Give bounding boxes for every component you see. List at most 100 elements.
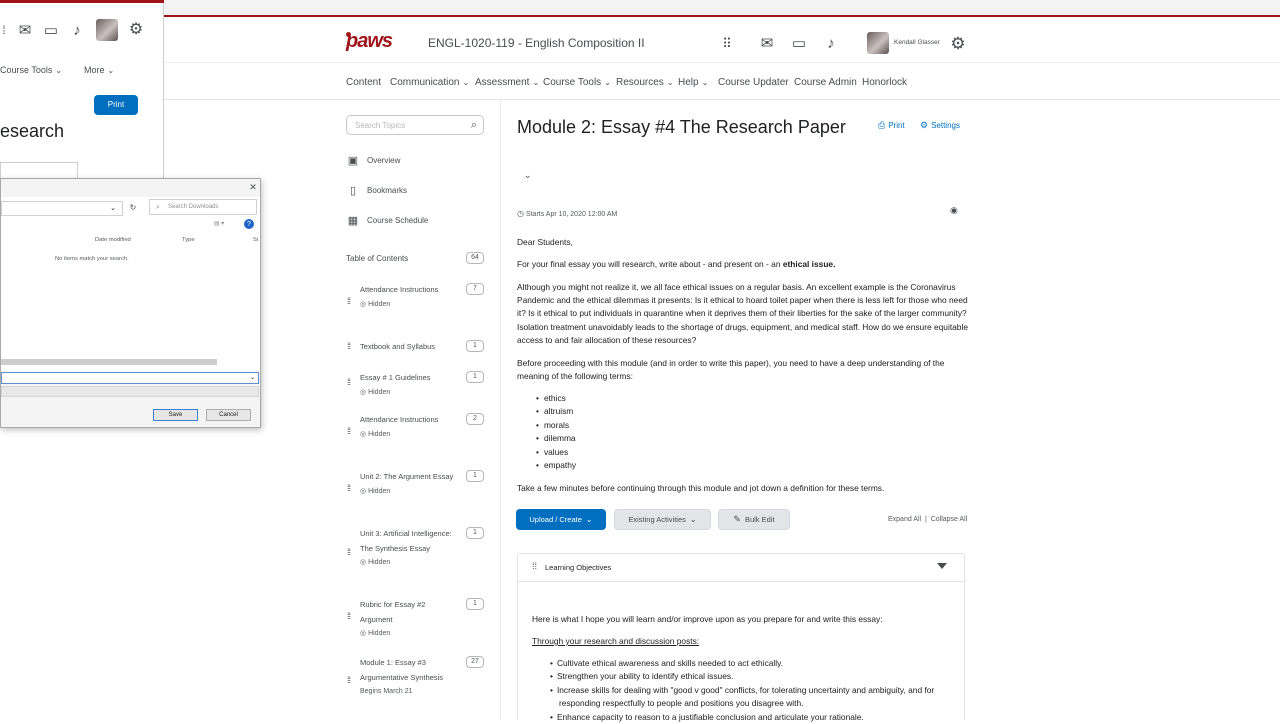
- body-paragraph: Take a few minutes before continuing thr…: [517, 483, 885, 493]
- bell-icon[interactable]: ♪: [822, 34, 840, 52]
- nav-course-tools[interactable]: Course Tools ⌄: [543, 77, 611, 88]
- intro-text: For your final essay you will research, …: [517, 259, 783, 269]
- gear-icon[interactable]: ⚙: [127, 21, 145, 39]
- nav-content[interactable]: Content: [346, 77, 381, 88]
- sidebar-item-bookmarks[interactable]: ▯ Bookmarks: [346, 184, 407, 197]
- drag-handle-icon[interactable]: ⁞⁞: [347, 296, 351, 306]
- chat-icon[interactable]: ▭: [790, 34, 808, 52]
- column-size[interactable]: Si: [253, 237, 258, 243]
- chevron-down-icon: ⌄: [532, 78, 540, 87]
- course-title[interactable]: ENGL-1020-119 - English Composition II: [428, 36, 645, 50]
- mail-icon[interactable]: ✉: [16, 22, 34, 38]
- search-topics-input[interactable]: Search Topics ⌕: [346, 115, 484, 135]
- paws-logo[interactable]: paws: [346, 30, 393, 53]
- drag-handle-icon[interactable]: ⁞⁞: [347, 377, 351, 387]
- terms-list: ethics altruism morals dilemma values em…: [536, 392, 576, 472]
- chevron-down-icon: ⌄: [462, 78, 470, 87]
- drag-handle-icon[interactable]: ⁞⁞: [347, 675, 351, 685]
- sidebar-item-overview[interactable]: ▣ Overview: [346, 154, 401, 167]
- button-label: Upload / Create: [529, 515, 582, 524]
- nav-communication[interactable]: Communication ⌄: [390, 77, 469, 88]
- expand-all-link[interactable]: Expand All: [888, 516, 921, 523]
- search-icon[interactable]: ⌕: [471, 119, 477, 132]
- drag-handle-icon[interactable]: ⁞⁞: [347, 483, 351, 493]
- presentation-icon: ▣: [347, 155, 359, 167]
- nav-honorlock[interactable]: Honorlock: [862, 77, 907, 88]
- view-options-icon[interactable]: ▤ ▾: [208, 219, 230, 229]
- save-as-type-select[interactable]: [1, 386, 259, 397]
- list-item: empathy: [536, 459, 576, 472]
- drag-handle-icon[interactable]: ⁞⁞: [347, 611, 351, 621]
- nav-assessment[interactable]: Assessment ⌄: [475, 77, 539, 88]
- help-icon[interactable]: ?: [244, 219, 254, 229]
- chevron-down-icon[interactable]: ⌄: [524, 170, 532, 181]
- cancel-button[interactable]: Cancel: [206, 409, 251, 421]
- toc-item-count: 7: [466, 283, 484, 295]
- status-text: Hidden: [368, 487, 391, 495]
- settings-label: Settings: [931, 121, 960, 130]
- toc-item[interactable]: Attendance Instructions ◎ Hidden: [360, 413, 458, 442]
- toc-item[interactable]: Unit 2: The Argument Essay ◎ Hidden: [360, 470, 458, 499]
- user-name[interactable]: Kendall Glasser: [894, 39, 940, 46]
- nav-help[interactable]: Help ⌄: [678, 77, 708, 88]
- collapse-all-link[interactable]: Collapse All: [931, 516, 968, 523]
- mail-icon[interactable]: ✉: [758, 34, 776, 52]
- toc-heading[interactable]: Table of Contents: [346, 254, 408, 263]
- sidebar-label: Course Schedule: [367, 216, 429, 225]
- apps-grid-icon[interactable]: ⠿: [718, 34, 736, 52]
- toc-item-status: ◎ Hidden: [360, 430, 391, 438]
- pencil-icon: ✎: [733, 514, 741, 524]
- chat-icon[interactable]: ▭: [42, 22, 60, 38]
- print-button[interactable]: ⎙ Print: [878, 120, 905, 131]
- bg-nav-course-tools[interactable]: Course Tools ⌄: [0, 65, 62, 75]
- file-name-field[interactable]: ⌄: [1, 372, 259, 384]
- toc-item-count: 1: [466, 371, 484, 383]
- toc-item[interactable]: Module 1: Essay #3 Argumentative Synthes…: [360, 656, 458, 700]
- nav-course-admin[interactable]: Course Admin: [794, 77, 857, 88]
- toc-item[interactable]: Rubric for Essay #2 Argument ◎ Hidden: [360, 598, 458, 642]
- bulk-edit-button[interactable]: ✎ Bulk Edit: [718, 509, 790, 530]
- learning-objectives-title[interactable]: Learning Objectives: [545, 563, 611, 572]
- toc-item[interactable]: Attendance Instructions ◎ Hidden: [360, 283, 458, 312]
- toc-item-status: ◎ Hidden: [360, 300, 391, 308]
- toc-item-status: ◎ Hidden: [360, 559, 391, 566]
- intro-paragraph: For your final essay you will research, …: [517, 258, 969, 271]
- toc-item-title: Essay # 1 Guidelines: [360, 373, 431, 382]
- path-field[interactable]: ⌄: [1, 201, 123, 216]
- search-placeholder: Search Topics: [355, 121, 406, 130]
- upload-create-button[interactable]: Upload / Create ⌄: [516, 509, 606, 530]
- downloads-search-input[interactable]: Search Downloads: [149, 199, 257, 215]
- nav-resources[interactable]: Resources ⌄: [616, 77, 674, 88]
- settings-button[interactable]: ⚙ Settings: [920, 120, 960, 131]
- toc-item[interactable]: Unit 3: Artificial Intelligence: The Syn…: [360, 527, 458, 571]
- drag-handle-icon[interactable]: ⁞⁞: [532, 561, 537, 571]
- bg-print-button[interactable]: Print: [94, 95, 138, 115]
- drag-handle-icon[interactable]: ⁞⁞: [347, 547, 351, 557]
- avatar[interactable]: [867, 32, 889, 54]
- existing-activities-button[interactable]: Existing Activities ⌄: [614, 509, 711, 530]
- toc-item[interactable]: Essay # 1 Guidelines ◎ Hidden: [360, 371, 458, 400]
- nav-label: Communication: [390, 77, 460, 88]
- bell-icon[interactable]: ♪: [68, 22, 86, 38]
- drag-handle-icon[interactable]: ⁞⁞: [347, 341, 351, 351]
- caret-down-icon[interactable]: [937, 563, 947, 569]
- save-button[interactable]: Save: [153, 409, 198, 421]
- avatar[interactable]: [96, 19, 118, 41]
- column-date-modified[interactable]: Date modified: [95, 237, 131, 243]
- refresh-icon[interactable]: ↻: [127, 201, 139, 215]
- grid-icon[interactable]: ⁞: [0, 22, 8, 38]
- toc-item[interactable]: Textbook and Syllabus: [360, 340, 458, 355]
- eye-icon[interactable]: ◉: [950, 205, 958, 216]
- toc-item-title: Attendance Instructions: [360, 415, 439, 424]
- nav-course-updater[interactable]: Course Updater: [718, 77, 789, 88]
- horizontal-scrollbar[interactable]: [1, 359, 217, 365]
- gear-icon[interactable]: ⚙: [948, 33, 968, 53]
- navbar-divider: [164, 99, 1280, 100]
- bg-nav-more[interactable]: More ⌄: [84, 65, 114, 75]
- sidebar-item-course-schedule[interactable]: ▦ Course Schedule: [346, 214, 429, 227]
- close-icon[interactable]: ✕: [247, 181, 259, 193]
- drag-handle-icon[interactable]: ⁞⁞: [347, 426, 351, 436]
- column-type[interactable]: Type: [182, 237, 195, 243]
- nav-label: Assessment: [475, 77, 530, 88]
- save-dialog[interactable]: ✕ ⌄ ↻ Search Downloads ⌕ ▤ ▾ ? Date modi…: [0, 178, 261, 428]
